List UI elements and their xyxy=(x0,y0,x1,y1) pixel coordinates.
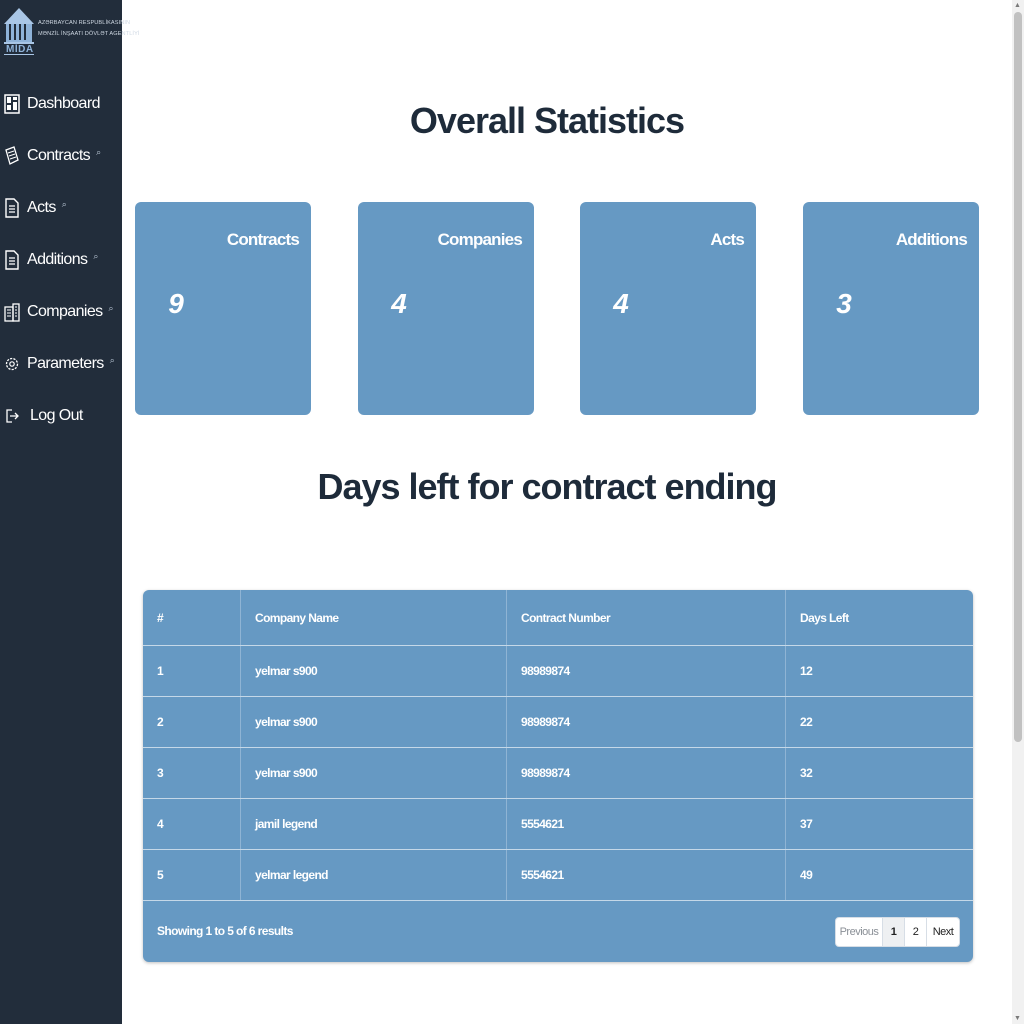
contracts-days-table: # Company Name Contract Number Days Left… xyxy=(143,590,973,901)
cell-company-name: jamil legend xyxy=(240,798,507,850)
search-icon[interactable]: ⌕ xyxy=(96,147,101,157)
vertical-scrollbar[interactable]: ▲ ▼ xyxy=(1012,0,1024,1024)
next-page-button[interactable]: Next xyxy=(927,918,959,946)
stat-card-additions[interactable]: Additions 3 xyxy=(803,202,979,415)
dashboard-icon xyxy=(4,94,20,114)
search-icon[interactable]: ⌕ xyxy=(93,251,98,261)
stat-card-value: 4 xyxy=(391,288,407,319)
sidebar: MİDA AZƏRBAYCAN RESPUBLİKASININ MƏNZİL İ… xyxy=(0,0,139,1024)
page-title: Overall Statistics xyxy=(409,100,685,141)
sidebar-item-label: Log Out xyxy=(30,407,83,424)
sidebar-item-parameters[interactable]: Parameters ⌕ xyxy=(0,344,122,384)
cell-contract-number: 98989874 xyxy=(506,645,786,697)
table-footer: Showing 1 to 5 of 6 results Previous 1 2… xyxy=(143,902,973,962)
stat-card-value: 4 xyxy=(613,288,629,319)
table-row[interactable]: 5 yelmar legend 5554621 49 xyxy=(143,849,973,901)
document-icon xyxy=(5,250,19,270)
cell-index: 2 xyxy=(143,696,241,748)
sidebar-item-label: Dashboard xyxy=(27,95,100,112)
column-header-days-left[interactable]: Days Left xyxy=(785,590,973,646)
stat-card-value: 3 xyxy=(836,288,852,319)
cell-days-left: 22 xyxy=(785,696,973,748)
logo-abbreviation: MİDA xyxy=(6,44,34,55)
scroll-up-arrow-icon[interactable]: ▲ xyxy=(1014,2,1021,9)
cell-index: 3 xyxy=(143,747,241,799)
logout-icon xyxy=(6,409,19,423)
cell-index: 4 xyxy=(143,798,241,850)
cell-company-name: yelmar s900 xyxy=(240,747,507,799)
column-header-company-name[interactable]: Company Name xyxy=(240,590,507,646)
sidebar-item-logout[interactable]: Log Out xyxy=(0,396,122,436)
contracts-days-table-panel: # Company Name Contract Number Days Left… xyxy=(143,590,973,962)
stat-card-companies[interactable]: Companies 4 xyxy=(358,202,534,415)
table-row[interactable]: 2 yelmar s900 98989874 22 xyxy=(143,696,973,748)
cell-index: 1 xyxy=(143,645,241,697)
cell-index: 5 xyxy=(143,849,241,901)
page-1-button[interactable]: 1 xyxy=(883,918,905,946)
sidebar-item-label: Contracts ⌕ xyxy=(27,147,101,164)
stat-card-value: 9 xyxy=(168,288,184,319)
cell-company-name: yelmar s900 xyxy=(240,645,507,697)
cell-days-left: 32 xyxy=(785,747,973,799)
table-header-row: # Company Name Contract Number Days Left xyxy=(143,590,973,646)
column-header-contract-number[interactable]: Contract Number xyxy=(506,590,786,646)
cell-days-left: 12 xyxy=(785,645,973,697)
app: MİDA AZƏRBAYCAN RESPUBLİKASININ MƏNZİL İ… xyxy=(0,0,1024,1024)
stat-card-title: Additions xyxy=(895,230,968,249)
search-icon[interactable]: ⌕ xyxy=(62,199,67,209)
cell-company-name: yelmar s900 xyxy=(240,696,507,748)
sidebar-item-acts[interactable]: Acts ⌕ xyxy=(0,188,122,228)
main-content: Overall Statistics Contracts 9 Companies… xyxy=(122,0,1012,1024)
logo[interactable]: MİDA AZƏRBAYCAN RESPUBLİKASININ MƏNZİL İ… xyxy=(4,4,139,58)
gear-icon xyxy=(5,357,19,371)
stat-card-title: Companies xyxy=(437,230,523,249)
contracts-icon xyxy=(5,146,19,165)
column-header-index[interactable]: # xyxy=(143,590,241,646)
cell-contract-number: 98989874 xyxy=(506,696,786,748)
stat-card-contracts[interactable]: Contracts 9 xyxy=(135,202,311,415)
previous-page-button[interactable]: Previous xyxy=(836,918,883,946)
cell-contract-number: 5554621 xyxy=(506,798,786,850)
section-title: Days left for contract ending xyxy=(317,466,777,507)
cell-contract-number: 5554621 xyxy=(506,849,786,901)
building-icon xyxy=(4,303,20,322)
stat-card-title: Acts xyxy=(710,230,744,249)
sidebar-item-label: Acts ⌕ xyxy=(27,199,67,216)
sidebar-item-contracts[interactable]: Contracts ⌕ xyxy=(0,136,122,176)
sidebar-item-label: Additions ⌕ xyxy=(27,251,99,268)
results-count: Showing 1 to 5 of 6 results xyxy=(157,924,293,938)
cell-days-left: 49 xyxy=(785,849,973,901)
sidebar-item-dashboard[interactable]: Dashboard xyxy=(0,84,122,124)
search-icon[interactable]: ⌕ xyxy=(110,355,115,365)
table-row[interactable]: 1 yelmar s900 98989874 12 xyxy=(143,645,973,697)
table-row[interactable]: 4 jamil legend 5554621 37 xyxy=(143,798,973,850)
cell-company-name: yelmar legend xyxy=(240,849,507,901)
document-icon xyxy=(5,198,19,218)
scrollbar-thumb[interactable] xyxy=(1014,12,1022,742)
stat-card-acts[interactable]: Acts 4 xyxy=(580,202,756,415)
sidebar-item-label: Parameters ⌕ xyxy=(27,355,115,372)
stat-card-title: Contracts xyxy=(226,230,300,249)
cell-days-left: 37 xyxy=(785,798,973,850)
scroll-down-arrow-icon[interactable]: ▼ xyxy=(1014,1015,1021,1022)
cell-contract-number: 98989874 xyxy=(506,747,786,799)
sidebar-item-additions[interactable]: Additions ⌕ xyxy=(0,240,122,280)
page-2-button[interactable]: 2 xyxy=(905,918,927,946)
pagination: Previous 1 2 Next xyxy=(835,917,960,947)
table-row[interactable]: 3 yelmar s900 98989874 32 xyxy=(143,747,973,799)
